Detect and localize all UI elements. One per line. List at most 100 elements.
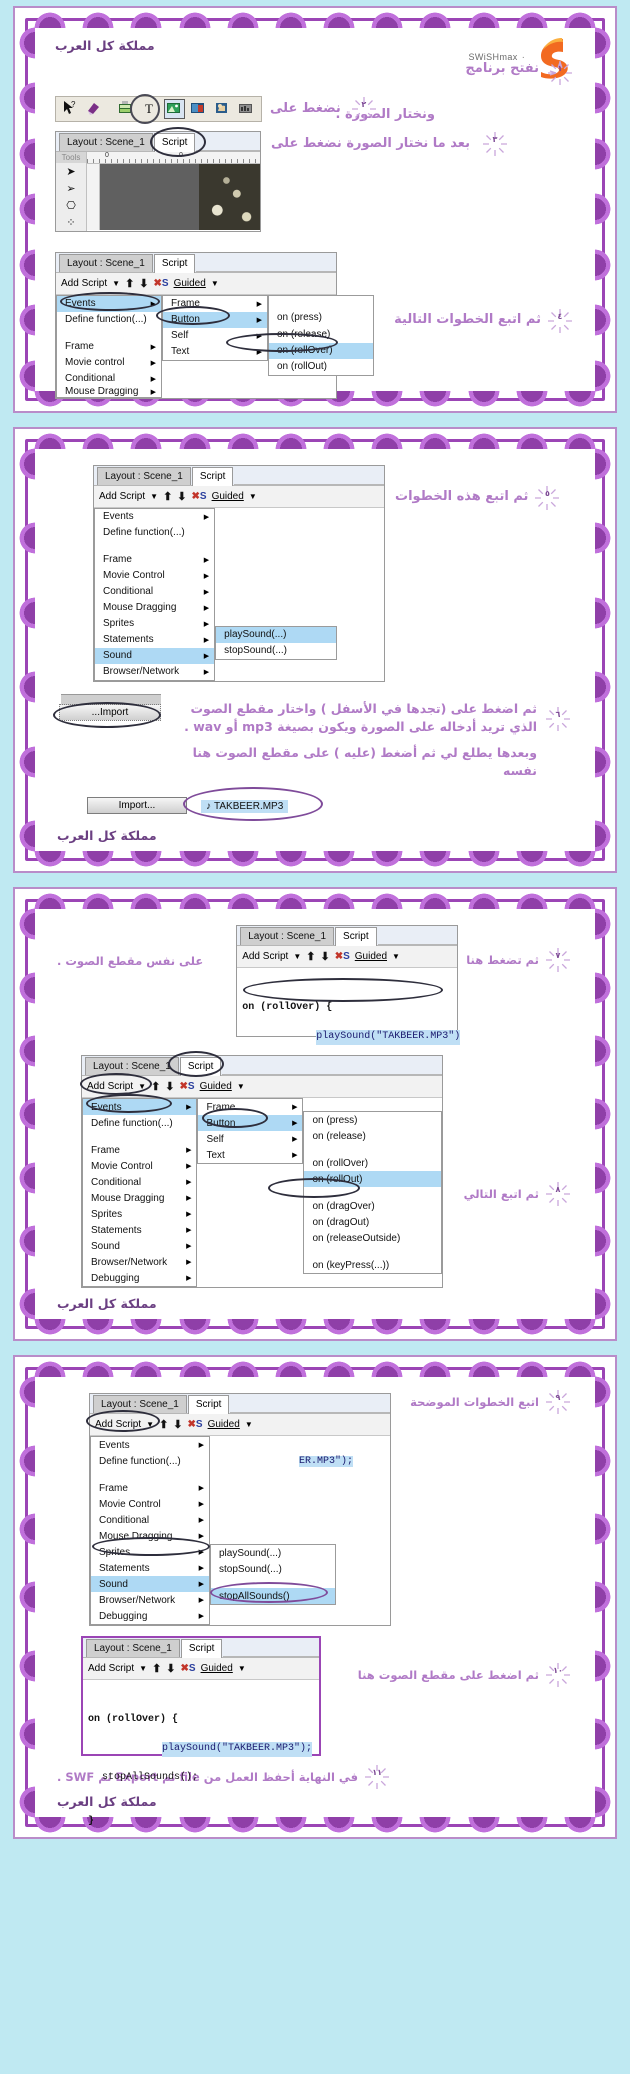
event-item-on-rollout-3[interactable]: on (rollOut) <box>304 1171 441 1188</box>
event-item-on-releaseoutside-3[interactable]: on (releaseOutside) <box>304 1230 441 1246</box>
insert-button-icon[interactable] <box>188 99 209 119</box>
event-item-on-rollover-3[interactable]: on (rollOver) <box>304 1155 441 1171</box>
tab-script-g[interactable]: Script <box>180 1639 223 1659</box>
guided-caret-icon[interactable]: ▼ <box>211 279 219 288</box>
move-up-icon-3[interactable]: ⬆ <box>306 950 315 963</box>
delete-script-icon-3[interactable]: ✖S <box>335 951 350 962</box>
menu-item-browser-network-4[interactable]: Browser/Network ▶ <box>91 1592 209 1608</box>
menu-item-conditional-3[interactable]: Conditional ▶ <box>83 1174 196 1190</box>
move-down-icon-2[interactable]: ⬇ <box>177 490 186 503</box>
submenu-item-self-3[interactable]: Self ▶ <box>198 1131 302 1147</box>
guided-button[interactable]: Guided <box>174 278 206 289</box>
menu-column-3b[interactable]: Frame ▶ Button ▶ Self ▶ Text ▶ <box>197 1098 304 1165</box>
insert-image-icon[interactable] <box>164 99 185 119</box>
tab-layout-scene1-d[interactable]: Layout : Scene_1 <box>240 927 335 946</box>
menu-column-2a[interactable]: Events ▶ Define function(...) Frame ▶ Movi… <box>94 507 216 681</box>
add-script-button-6[interactable]: Add Script <box>88 1663 134 1674</box>
add-script-caret-icon-3[interactable]: ▼ <box>293 952 301 961</box>
submenu-item-text-3[interactable]: Text ▶ <box>198 1147 302 1163</box>
tab-layout-scene1-g[interactable]: Layout : Scene_1 <box>86 1639 180 1658</box>
insert-text-icon[interactable] <box>116 99 137 119</box>
text-tool-icon[interactable]: T <box>140 99 161 119</box>
insert-scene-icon[interactable] <box>236 99 257 119</box>
menu-item-define-function-3[interactable]: Define function(...) <box>83 1115 196 1131</box>
submenu-item-self[interactable]: Self ▶ <box>163 328 267 344</box>
guided-button-6[interactable]: Guided <box>201 1663 233 1674</box>
event-item-on-keypress-3[interactable]: on (keyPress(...)) <box>304 1257 441 1273</box>
reshape-icon[interactable]: ⁘ <box>61 214 81 231</box>
event-item-on-press-3[interactable]: on (press) <box>304 1112 441 1128</box>
add-script-caret-icon-5[interactable]: ▼ <box>146 1420 154 1429</box>
guided-button-4[interactable]: Guided <box>200 1081 232 1092</box>
move-up-icon[interactable]: ⬆ <box>125 277 134 290</box>
subselect-arrow-icon[interactable]: ➢ <box>61 180 81 197</box>
guided-caret-icon-4[interactable]: ▼ <box>237 1082 245 1091</box>
arrow-help-icon[interactable]: ? <box>60 99 81 119</box>
tab-layout-scene1-b[interactable]: Layout : Scene_1 <box>59 253 153 272</box>
add-script-caret-icon-2[interactable]: ▼ <box>150 492 158 501</box>
menu-item-sound-2[interactable]: Sound ▶ <box>95 647 215 664</box>
add-script-button-5[interactable]: Add Script <box>95 1419 141 1430</box>
tab-script-b[interactable]: Script <box>153 253 196 273</box>
menu-column-3c[interactable]: on (press) on (release) on (rollOver) on… <box>303 1111 442 1275</box>
menu-item-sound-3[interactable]: Sound ▶ <box>83 1238 196 1254</box>
guided-caret-icon-5[interactable]: ▼ <box>245 1420 253 1429</box>
motion-path-icon[interactable]: ⎔ <box>61 197 81 214</box>
menu-item-frame-3[interactable]: Frame ▶ <box>83 1142 196 1158</box>
tab-script-c[interactable]: Script <box>191 466 234 486</box>
add-script-caret-icon-6[interactable]: ▼ <box>139 1664 147 1673</box>
submenu-sound-4[interactable]: playSound(...) stopSound(...) stopAllSou… <box>210 1544 336 1606</box>
submenu-item-frame-3[interactable]: Frame ▶ <box>198 1099 302 1115</box>
guided-button-5[interactable]: Guided <box>208 1419 240 1430</box>
menu-item-events-3[interactable]: Events ▶ <box>83 1099 197 1116</box>
event-item-on-rollout[interactable]: on (rollOut) <box>269 359 373 375</box>
menu-item-conditional-2[interactable]: Conditional ▶ <box>95 584 214 600</box>
select-arrow-icon[interactable]: ➤ <box>61 163 81 180</box>
menu-item-events-2[interactable]: Events ▶ <box>95 509 214 525</box>
submenu-item-button[interactable]: Button ▶ <box>163 311 267 328</box>
tab-script-f[interactable]: Script <box>187 1395 230 1415</box>
menu-item-conditional[interactable]: Conditional ▶ <box>57 371 161 387</box>
move-down-icon-4[interactable]: ⬇ <box>165 1080 174 1093</box>
menu-item-define-function-4[interactable]: Define function(...) <box>91 1453 209 1469</box>
menu-item-statements-2[interactable]: Statements ▶ <box>95 632 214 648</box>
menu-column-2[interactable]: Frame ▶ Button ▶ Self ▶ Text ▶ <box>162 294 268 361</box>
event-item-on-rollover[interactable]: on (rollOver) <box>269 342 373 359</box>
move-down-icon-5[interactable]: ⬇ <box>173 1418 182 1431</box>
event-item-on-release-3[interactable]: on (release) <box>304 1128 441 1144</box>
script-code-area-1[interactable]: on (rollOver) { playSound("TAKBEER.MP3")… <box>237 968 461 1071</box>
submenu-item-playsound-4[interactable]: playSound(...) <box>211 1545 335 1561</box>
guided-button-2[interactable]: Guided <box>212 491 244 502</box>
menu-item-conditional-4[interactable]: Conditional ▶ <box>91 1512 209 1528</box>
menu-item-events[interactable]: Events ▶ <box>57 295 161 312</box>
submenu-item-stopsound[interactable]: stopSound(...) <box>216 643 336 659</box>
menu-item-sprites-2[interactable]: Sprites ▶ <box>95 616 214 632</box>
menu-item-frame-4[interactable]: Frame ▶ <box>91 1480 209 1496</box>
event-item-on-press[interactable]: on (press) <box>269 296 373 327</box>
menu-item-movie-control[interactable]: Movie control ▶ <box>57 355 161 371</box>
add-script-button[interactable]: Add Script <box>61 278 107 289</box>
move-up-icon-4[interactable]: ⬆ <box>151 1080 160 1093</box>
guided-button-3[interactable]: Guided <box>355 951 387 962</box>
menu-item-mouse-dragging-2[interactable]: Mouse Dragging ▶ <box>95 600 214 616</box>
menu-item-movie-control-2[interactable]: Movie Control ▶ <box>95 568 214 584</box>
add-script-button-2[interactable]: Add Script <box>99 491 145 502</box>
tab-script-d[interactable]: Script <box>335 927 377 947</box>
menu-item-events-4[interactable]: Events ▶ <box>91 1437 209 1453</box>
submenu-item-stopsound-4[interactable]: stopSound(...) <box>211 1561 335 1577</box>
menu-column-4a[interactable]: Events ▶ Define function(...) Frame ▶ Movi… <box>90 1436 210 1626</box>
import-button[interactable]: Import... <box>87 796 187 814</box>
eraser-icon[interactable] <box>84 99 105 119</box>
submenu-sound[interactable]: playSound(...) stopSound(...) <box>215 625 338 660</box>
move-up-icon-5[interactable]: ⬆ <box>159 1418 168 1431</box>
menu-item-statements-4[interactable]: Statements ▶ <box>91 1560 209 1576</box>
delete-script-icon[interactable]: ✖S <box>154 278 169 289</box>
menu-item-sprites-4[interactable]: Sprites ▶ <box>91 1544 209 1560</box>
add-script-caret-icon-4[interactable]: ▼ <box>138 1082 146 1091</box>
menu-item-mouse-dragging-4[interactable]: Mouse Dragging ▶ <box>91 1528 209 1544</box>
submenu-item-text[interactable]: Text ▶ <box>163 344 267 360</box>
delete-script-icon-2[interactable]: ✖S <box>192 491 207 502</box>
script-code-area-2[interactable]: on (rollOver) { playSound("TAKBEER.MP3")… <box>83 1680 319 1827</box>
tab-layout-scene1-f[interactable]: Layout : Scene_1 <box>93 1395 187 1414</box>
menu-item-define-function-2[interactable]: Define function(...) <box>95 525 214 541</box>
